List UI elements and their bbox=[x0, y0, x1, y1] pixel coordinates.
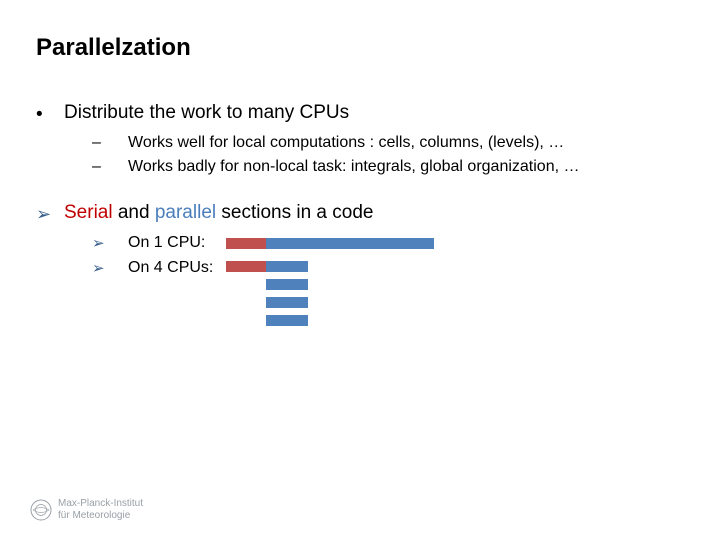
bar-line bbox=[226, 279, 308, 290]
cpu-list: ➢ On 1 CPU: ➢ bbox=[92, 234, 684, 326]
bullet-list: • Distribute the work to many CPUs – Wor… bbox=[36, 102, 684, 326]
bars-4cpu bbox=[226, 261, 308, 326]
cpu-row-1: ➢ On 1 CPU: bbox=[92, 234, 684, 253]
page-title: Parallelzation bbox=[36, 34, 684, 62]
segment-serial bbox=[226, 261, 266, 272]
dash-icon: – bbox=[92, 158, 128, 176]
bar-line bbox=[226, 238, 434, 249]
bullet-text: Distribute the work to many CPUs bbox=[64, 102, 349, 124]
segment-parallel bbox=[266, 238, 434, 249]
cpu-label-1: On 1 CPU: bbox=[128, 234, 222, 252]
bar-line bbox=[226, 315, 308, 326]
sub-list: – Works well for local computations : ce… bbox=[92, 134, 684, 176]
cpu-row-4: ➢ On 4 CPUs: bbox=[92, 259, 684, 326]
suffix-text: sections in a code bbox=[216, 202, 373, 223]
cpu-label-4: On 4 CPUs: bbox=[128, 259, 222, 277]
footer-logo: Max-Planck-Institut für Meteorologie bbox=[30, 498, 143, 522]
sub-item-works-well: – Works well for local computations : ce… bbox=[92, 134, 684, 152]
segment-spacer bbox=[226, 297, 266, 308]
arrow-right-icon: ➢ bbox=[92, 259, 128, 278]
segment-spacer bbox=[226, 279, 266, 290]
segment-parallel bbox=[266, 297, 308, 308]
sub-item-works-badly: – Works badly for non-local task: integr… bbox=[92, 158, 684, 176]
footer-line2: für Meteorologie bbox=[58, 510, 143, 522]
mid-text: and bbox=[113, 202, 155, 223]
bullet-item-sections: ➢ Serial and parallel sections in a code… bbox=[36, 202, 684, 326]
segment-parallel bbox=[266, 261, 308, 272]
footer-line1: Max-Planck-Institut bbox=[58, 498, 143, 510]
bar-line bbox=[226, 261, 308, 272]
segment-serial bbox=[226, 238, 266, 249]
parallel-word: parallel bbox=[155, 202, 216, 223]
segment-parallel bbox=[266, 279, 308, 290]
bars-1cpu bbox=[226, 238, 434, 249]
slide-content: • Distribute the work to many CPUs – Wor… bbox=[36, 102, 684, 326]
segment-spacer bbox=[226, 315, 266, 326]
bullet-text-sections: Serial and parallel sections in a code bbox=[64, 202, 373, 224]
sub-text: Works well for local computations : cell… bbox=[128, 134, 684, 152]
bullet-dot-icon: • bbox=[36, 102, 64, 124]
serial-word: Serial bbox=[64, 202, 113, 223]
institute-logo-icon bbox=[30, 499, 52, 521]
dash-icon: – bbox=[92, 134, 128, 152]
arrow-right-icon: ➢ bbox=[36, 202, 64, 224]
arrow-right-icon: ➢ bbox=[92, 234, 128, 253]
slide: Parallelzation • Distribute the work to … bbox=[0, 0, 720, 540]
segment-parallel bbox=[266, 315, 308, 326]
bar-line bbox=[226, 297, 308, 308]
bullet-item-distribute: • Distribute the work to many CPUs – Wor… bbox=[36, 102, 684, 176]
footer-text: Max-Planck-Institut für Meteorologie bbox=[58, 498, 143, 522]
sub-text: Works badly for non-local task: integral… bbox=[128, 158, 684, 176]
